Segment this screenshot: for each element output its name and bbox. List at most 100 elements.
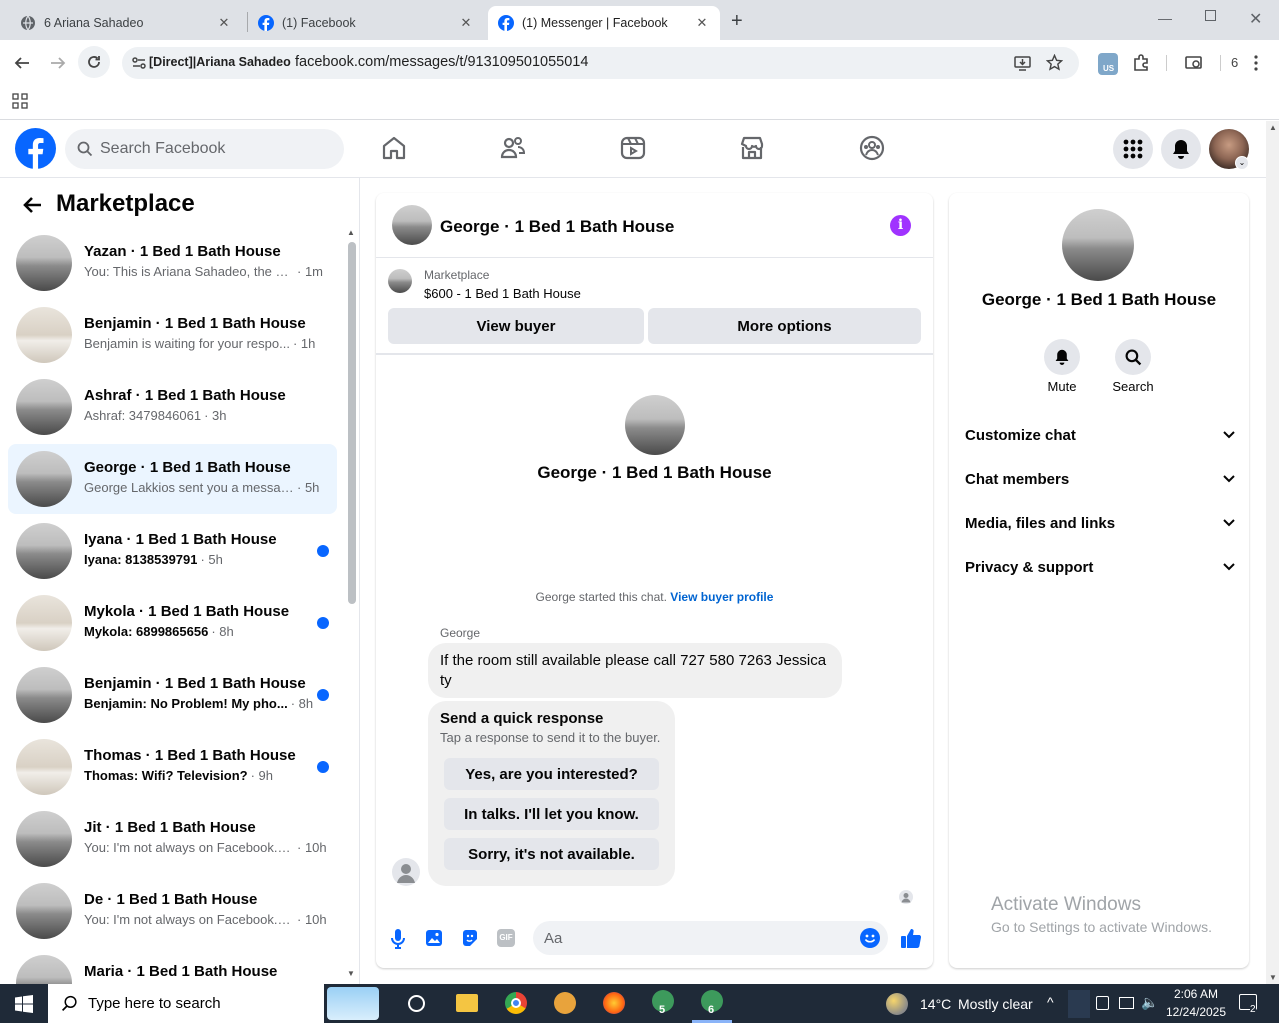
quick-reply-interested[interactable]: Yes, are you interested? <box>444 758 659 790</box>
clock-time[interactable]: 2:06 AM <box>1170 987 1222 1001</box>
marketplace-icon[interactable] <box>738 134 766 162</box>
apps-grid-icon[interactable] <box>12 93 28 109</box>
conversation-item[interactable]: Yazan · 1 Bed 1 Bath House You: This is A… <box>8 228 337 298</box>
reload-button[interactable] <box>78 46 110 78</box>
pen-icon[interactable] <box>1068 990 1090 1018</box>
tab-messenger[interactable]: (1) Messenger | Facebook ✕ <box>488 6 720 40</box>
meet-icon[interactable] <box>1096 996 1109 1010</box>
info-icon[interactable]: i <box>890 215 911 236</box>
quick-reply-not-available[interactable]: Sorry, it's not available. <box>444 838 659 870</box>
conversation-item[interactable]: Jit · 1 Bed 1 Bath House You: I'm not alw… <box>8 804 337 874</box>
search-conversation-button[interactable] <box>1115 339 1151 375</box>
seen-indicator-icon <box>899 890 913 904</box>
sidebar-scrollbar[interactable]: ▲ ▼ <box>346 228 358 978</box>
file-explorer-icon[interactable] <box>456 994 478 1012</box>
taskbar-search[interactable]: Type here to search <box>48 984 324 1023</box>
notifications-button[interactable] <box>1161 129 1201 169</box>
thumbs-up-icon[interactable] <box>900 927 922 949</box>
tab-search-icon[interactable] <box>1185 54 1203 72</box>
conversation-name: Mykola · 1 Bed 1 Bath House <box>84 603 290 620</box>
photo-icon[interactable] <box>425 929 443 947</box>
view-buyer-button[interactable]: View buyer <box>388 308 644 344</box>
conversation-item[interactable]: George · 1 Bed 1 Bath House George Lakkio… <box>8 444 337 514</box>
profile-avatar[interactable] <box>1062 209 1134 281</box>
site-settings-icon[interactable] <box>131 55 147 71</box>
back-icon[interactable] <box>14 55 30 71</box>
minimize-icon[interactable]: — <box>1158 10 1172 26</box>
new-tab-icon[interactable]: + <box>731 10 743 33</box>
taskbar-badge: 6 <box>708 1004 715 1016</box>
clock-date[interactable]: 12/24/2025 <box>1164 1005 1228 1019</box>
conversation-item[interactable]: Iyana · 1 Bed 1 Bath House Iyana: 8138539… <box>8 516 337 586</box>
tray-chevron-icon[interactable]: ^ <box>1047 994 1054 1010</box>
firefox-icon[interactable] <box>603 992 625 1014</box>
forward-icon[interactable] <box>50 55 66 71</box>
url-text[interactable]: facebook.com/messages/t/913109501055014 <box>295 54 588 70</box>
extensions-icon[interactable] <box>1132 54 1150 72</box>
windows-start-icon[interactable] <box>15 995 33 1013</box>
chevron-down-icon <box>1223 431 1235 439</box>
chat-avatar[interactable] <box>392 205 432 245</box>
close-icon[interactable]: ✕ <box>694 15 710 31</box>
video-icon[interactable] <box>619 134 647 162</box>
conversation-item[interactable]: Ashraf · 1 Bed 1 Bath House Ashraf: 34798… <box>8 372 337 442</box>
conversation-item[interactable]: Mykola · 1 Bed 1 Bath House Mykola: 68998… <box>8 588 337 658</box>
taskbar-badge: 5 <box>659 1004 666 1016</box>
menu-dots-icon[interactable] <box>1253 54 1259 72</box>
network-icon[interactable] <box>1119 997 1134 1009</box>
weather-icon[interactable] <box>886 993 908 1015</box>
chat-members-section[interactable]: Chat members <box>965 467 1235 491</box>
close-icon[interactable]: ✕ <box>216 15 232 31</box>
conversation-item[interactable]: Thomas · 1 Bed 1 Bath House Thomas: Wifi?… <box>8 732 337 802</box>
sidebar-title: Marketplace <box>56 190 195 217</box>
restore-icon[interactable] <box>1205 10 1216 21</box>
install-app-icon[interactable] <box>1014 55 1031 71</box>
close-window-icon[interactable]: ✕ <box>1249 9 1262 29</box>
customize-chat-section[interactable]: Customize chat <box>965 423 1235 447</box>
profile-count[interactable]: 6 <box>1231 55 1238 70</box>
tab-ariana[interactable]: 6 Ariana Sahadeo ✕ <box>10 6 242 40</box>
gif-icon[interactable]: GIF <box>497 929 515 947</box>
home-icon[interactable] <box>380 134 408 162</box>
app-icon[interactable] <box>554 992 576 1014</box>
privacy-support-section[interactable]: Privacy & support <box>965 555 1235 579</box>
conversation-avatar <box>16 595 72 651</box>
message-bubble[interactable]: If the room still available please call … <box>428 643 842 698</box>
star-icon[interactable] <box>1046 54 1063 71</box>
tab-facebook[interactable]: (1) Facebook ✕ <box>248 6 484 40</box>
close-icon[interactable]: ✕ <box>458 15 474 31</box>
cortana-icon[interactable] <box>408 995 425 1012</box>
sticker-icon[interactable] <box>461 929 479 947</box>
mute-button[interactable] <box>1044 339 1080 375</box>
emoji-icon[interactable] <box>860 928 880 948</box>
conversation-name: Maria · 1 Bed 1 Bath House <box>84 963 278 980</box>
microphone-icon[interactable] <box>391 929 405 949</box>
groups-icon[interactable] <box>858 134 886 162</box>
conversation-item[interactable]: Benjamin · 1 Bed 1 Bath House Benjamin is… <box>8 300 337 370</box>
facebook-logo-icon[interactable] <box>15 128 56 169</box>
volume-icon[interactable]: 🔈 <box>1141 994 1158 1011</box>
listing-title[interactable]: $600 - 1 Bed 1 Bath House <box>424 286 581 301</box>
back-arrow-icon[interactable] <box>22 196 42 214</box>
conversation-avatar <box>16 667 72 723</box>
conversation-item[interactable]: De · 1 Bed 1 Bath House You: I'm not alwa… <box>8 876 337 946</box>
message-input[interactable]: Aa <box>533 921 888 955</box>
conversation-preview: Ashraf: 3479846061 · 3h <box>84 408 227 423</box>
address-bar[interactable]: [Direct]|Ariana Sahadeo facebook.com/mes… <box>122 47 1079 79</box>
conversation-item[interactable]: Benjamin · 1 Bed 1 Bath House Benjamin: N… <box>8 660 337 730</box>
chrome-icon[interactable] <box>505 992 527 1014</box>
vpn-extension-icon[interactable]: US <box>1098 53 1118 75</box>
conversation-item[interactable]: Maria · 1 Bed 1 Bath House <box>8 948 337 984</box>
view-buyer-profile-link[interactable]: View buyer profile <box>670 590 773 604</box>
conversation-preview: George Lakkios sent you a messag... · 5h <box>84 480 320 495</box>
friends-icon[interactable] <box>499 134 527 162</box>
facebook-search[interactable]: Search Facebook <box>65 129 344 169</box>
unread-dot <box>317 545 329 557</box>
menu-button[interactable] <box>1113 129 1153 169</box>
chat-title[interactable]: George · 1 Bed 1 Bath House <box>440 217 674 237</box>
quick-reply-in-talks[interactable]: In talks. I'll let you know. <box>444 798 659 830</box>
search-highlight-icon[interactable] <box>327 987 379 1020</box>
page-scrollbar[interactable]: ▲ ▼ <box>1266 121 1279 984</box>
media-files-links-section[interactable]: Media, files and links <box>965 511 1235 535</box>
more-options-button[interactable]: More options <box>648 308 921 344</box>
